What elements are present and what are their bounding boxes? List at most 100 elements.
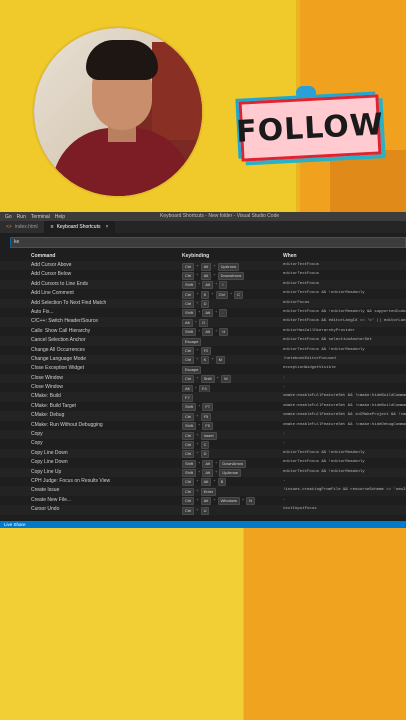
when-clause: !issues.creatingFromFile && resourceSche… xyxy=(283,488,406,493)
table-row[interactable]: Add Cursor Below Ctrl + Alt + DownArrow editor… xyxy=(0,270,406,280)
command-label: Auto Fix... xyxy=(31,308,54,315)
command-label: Change Language Mode xyxy=(31,355,87,362)
key-separator: + xyxy=(198,309,201,315)
when-clause: editorTextFocus && editorLangId == 'c' |… xyxy=(283,319,406,324)
key-separator: + xyxy=(211,290,214,296)
key-separator: + xyxy=(196,450,199,456)
key-cap: N xyxy=(246,497,256,506)
key-separator: + xyxy=(196,506,199,512)
table-row[interactable]: Close Window Alt + F4 - xyxy=(0,383,406,393)
when-clause: editorTextFocus xyxy=(283,263,320,267)
column-when[interactable]: When xyxy=(283,253,297,259)
menu-run[interactable]: Run xyxy=(17,214,26,220)
table-row[interactable]: CMake: Build Target Shift + F7 cmake:enableF… xyxy=(0,402,406,412)
key-cap: Ctrl xyxy=(182,478,195,487)
table-row[interactable]: CMake: Run Without Debugging Shift + F5 cmak… xyxy=(0,421,406,431)
column-keybinding[interactable]: Keybinding xyxy=(182,253,209,259)
key-cap: Ctrl xyxy=(182,375,195,384)
keybinding-keys: Ctrl + Alt + Windows + N xyxy=(182,497,256,506)
when-clause: editorTextFocus && !editorReadonly && su… xyxy=(283,309,406,314)
video-background-bottom xyxy=(0,528,406,720)
table-row[interactable]: Copy Ctrl + C - xyxy=(0,439,406,449)
when-clause: !notebookEditorFocused xyxy=(283,356,336,361)
table-row[interactable]: CMake: Debug Ctrl + F5 cmake:enableFullFeatu… xyxy=(0,411,406,421)
key-separator: + xyxy=(216,375,219,381)
live-share-button[interactable]: Live Share xyxy=(4,522,26,527)
when-clause: - xyxy=(283,441,286,446)
key-cap: Shift xyxy=(182,281,197,290)
key-cap: Alt xyxy=(182,318,193,327)
command-label: Copy xyxy=(31,440,43,447)
table-row[interactable]: Copy Line Down Shift + Alt + DownArrow editorT… xyxy=(0,458,406,468)
key-separator: + xyxy=(213,497,216,503)
table-row[interactable]: Copy Line Up Shift + Alt + UpArrow editorTextF… xyxy=(0,467,406,478)
key-separator: + xyxy=(198,422,201,428)
table-row[interactable]: Calls: Show Call Hierarchy Shift + Alt + Hedi… xyxy=(0,327,406,337)
key-separator: + xyxy=(213,262,216,268)
menu-go[interactable]: Go xyxy=(5,214,12,220)
table-row[interactable]: Create Issue Ctrl + Enter !issues.creatingFr… xyxy=(0,486,406,496)
table-row[interactable]: CPH Judge: Focus on Results View Ctrl + Alt… xyxy=(0,477,406,487)
keybinding-keys: Ctrl + Enter xyxy=(182,487,217,496)
column-command[interactable]: Command xyxy=(31,253,55,259)
key-separator: + xyxy=(211,356,214,362)
keybinding-keys: Alt + O xyxy=(182,318,209,327)
table-row[interactable]: Cursor Undo Ctrl + UtextInputFocus xyxy=(0,505,406,515)
tab-index-html[interactable]: <> index.html xyxy=(0,221,45,233)
key-separator: + xyxy=(196,290,199,296)
key-cap: F7 xyxy=(202,403,214,412)
command-label: Add Cursors to Line Ends xyxy=(31,280,88,287)
when-clause: editorTextFocus && !editorReadonly xyxy=(283,291,365,296)
key-cap: M xyxy=(215,356,225,365)
table-row[interactable]: Copy Ctrl + Insert - xyxy=(0,430,406,440)
key-cap: Ctrl xyxy=(182,290,195,299)
key-separator: + xyxy=(194,384,198,390)
close-icon[interactable]: × xyxy=(105,224,108,230)
key-separator: + xyxy=(196,375,199,381)
key-cap: Ctrl xyxy=(215,290,228,299)
table-row[interactable]: Auto Fix... Shift + Alt +. editorTextFocus &&… xyxy=(0,308,406,318)
table-row[interactable]: Create New File... Ctrl + Alt + Windows + N - xyxy=(0,496,406,506)
table-row[interactable]: Close Window Ctrl + Shift + W - xyxy=(0,373,406,384)
keybinding-keys: Shift + Alt + H xyxy=(182,328,229,337)
table-row[interactable]: Change Language Mode Ctrl + K + M !notebookEdi… xyxy=(0,354,406,365)
key-cap: F2 xyxy=(200,347,212,356)
menu-help[interactable]: Help xyxy=(55,214,65,220)
table-row[interactable]: Add Cursor Above Ctrl + Alt + UpArrow editorTe… xyxy=(0,261,406,271)
command-label: Create Issue xyxy=(31,487,60,494)
key-cap: Ctrl xyxy=(182,300,195,309)
command-label: CMake: Build Target xyxy=(31,402,76,409)
key-cap: W xyxy=(220,375,231,384)
key-cap: K xyxy=(200,290,210,299)
keybinding-keys: Ctrl + C xyxy=(182,440,210,449)
table-row[interactable]: Change All Occurrences Ctrl + F2 editorTextF… xyxy=(0,346,406,356)
key-cap: Alt xyxy=(202,469,214,478)
menu-terminal[interactable]: Terminal xyxy=(31,214,50,220)
table-row[interactable]: Copy Line Down Ctrl + DeditorTextFocus && !… xyxy=(0,448,406,459)
key-cap: Alt xyxy=(202,309,214,318)
table-row[interactable]: Add Line Comment Ctrl + K + Ctrl + CeditorTextF… xyxy=(0,289,406,299)
key-cap: DownArrow xyxy=(217,271,245,280)
table-row[interactable]: CMake: Build F7 cmake:enableFullFeatureSet… xyxy=(0,392,406,402)
keybindings-search-input[interactable]: ke xyxy=(10,237,406,248)
key-cap: Ctrl xyxy=(182,347,195,356)
tab-keyboard-shortcuts[interactable]: ≡ Keyboard Shortcuts × xyxy=(44,221,116,233)
key-cap: D xyxy=(200,450,210,459)
when-clause: exceptionWidgetVisible xyxy=(283,366,336,371)
key-cap: Alt xyxy=(200,262,212,271)
table-row[interactable]: Cancel Selection Anchor Escape editorTextF… xyxy=(0,336,406,346)
key-cap: Ctrl xyxy=(182,440,195,449)
search-row: ke xyxy=(0,233,406,251)
command-label: Cancel Selection Anchor xyxy=(31,337,86,344)
table-row[interactable]: Add Selection To Next Find Match Ctrl + Ded… xyxy=(0,298,406,309)
key-cap: Insert xyxy=(200,431,217,440)
command-label: CPH Judge: Focus on Results View xyxy=(31,477,111,484)
when-clause: textInputFocus xyxy=(283,507,317,512)
table-row[interactable]: C/C++: Switch Header/Source Alt + OeditorTe… xyxy=(0,317,406,327)
command-label: CMake: Build xyxy=(31,393,61,400)
key-cap: U xyxy=(200,506,210,515)
table-row[interactable]: Add Cursors to Line Ends Shift + Alt + Iedito… xyxy=(0,279,406,290)
key-cap: Alt xyxy=(182,384,193,393)
table-row[interactable]: Close Exception Widget Escape exceptionWid… xyxy=(0,364,406,374)
key-cap: H xyxy=(219,328,229,337)
